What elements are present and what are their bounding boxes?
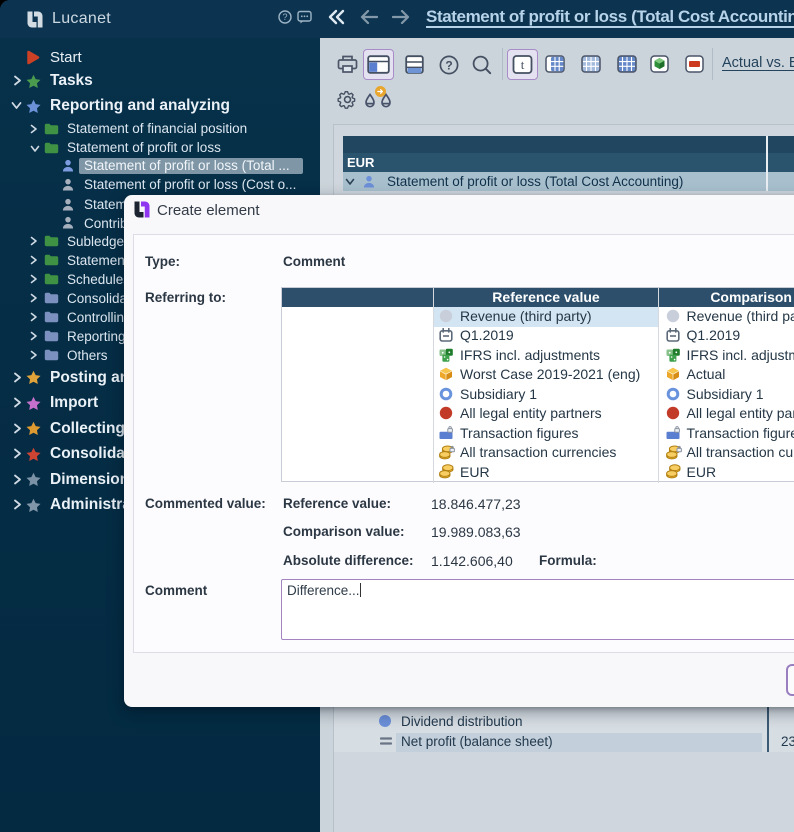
svg-text:?: ? xyxy=(445,58,452,72)
svg-text:?: ? xyxy=(282,12,287,22)
svg-text:t: t xyxy=(521,57,525,72)
